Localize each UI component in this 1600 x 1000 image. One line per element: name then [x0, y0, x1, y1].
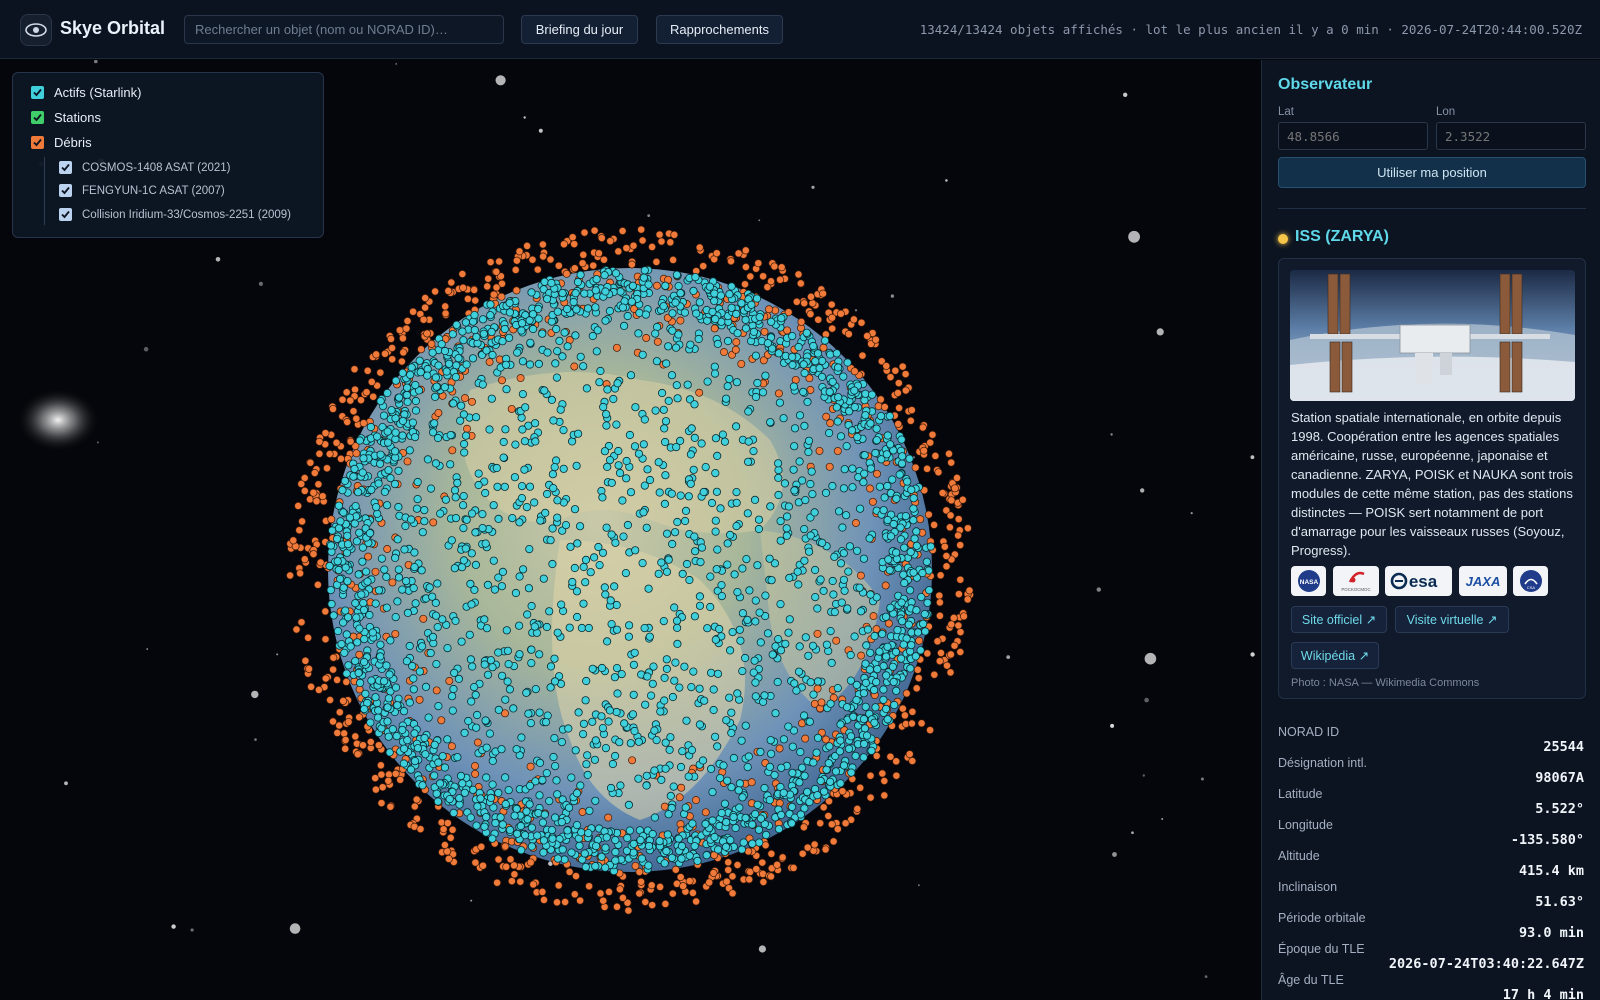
- selected-object-name: ISS (ZARYA): [1295, 228, 1389, 245]
- nasa-logo[interactable]: NASA: [1291, 566, 1326, 596]
- side-panel: Observateur Lat Lon Utiliser ma position…: [1261, 60, 1600, 1000]
- virtual-tour-link[interactable]: Visite virtuelle ↗: [1395, 606, 1509, 633]
- status-text: 13424/13424 objets affichés · lot le plu…: [919, 22, 1582, 37]
- layer-panel: Actifs (Starlink) Stations Débris COSMOS…: [12, 72, 324, 238]
- svg-text:CSA: CSA: [1526, 585, 1535, 590]
- observer-title: Observateur: [1278, 76, 1373, 93]
- lon-label: Lon: [1436, 106, 1456, 118]
- detail-value: 415.4 km: [1518, 863, 1584, 879]
- galaxy-blur: [16, 388, 100, 452]
- object-photo: [1290, 270, 1575, 401]
- wikipedia-link[interactable]: Wikipédia ↗: [1291, 642, 1379, 669]
- checkbox-iridium[interactable]: [59, 208, 72, 221]
- object-card: Station spatiale internationale, en orbi…: [1278, 258, 1586, 699]
- csa-logo[interactable]: CSA: [1513, 566, 1548, 596]
- top-bar: Skye Orbital Briefing du jour Rapprochem…: [0, 0, 1600, 59]
- checkbox-debris[interactable]: [31, 136, 44, 149]
- layer-toggle-stations[interactable]: Stations: [31, 110, 101, 125]
- svg-text:NASA: NASA: [1299, 579, 1318, 586]
- debris-event-cosmos[interactable]: COSMOS-1408 ASAT (2021): [59, 161, 231, 174]
- detail-label: Latitude: [1278, 787, 1323, 801]
- checkbox-cosmos[interactable]: [59, 161, 72, 174]
- layer-toggle-active[interactable]: Actifs (Starlink): [31, 85, 141, 100]
- detail-value: 17 h 4 min: [1502, 987, 1584, 1000]
- photo-credit: Photo : NASA — Wikimedia Commons: [1291, 677, 1480, 689]
- jaxa-logo[interactable]: JAXA: [1459, 566, 1507, 596]
- checkbox-fengyun[interactable]: [59, 184, 72, 197]
- debris-event-fengyun[interactable]: FENGYUN-1C ASAT (2007): [59, 184, 225, 197]
- layer-label-active: Actifs (Starlink): [54, 85, 142, 100]
- layer-label-stations: Stations: [54, 110, 101, 125]
- debris-event-label: Collision Iridium-33/Cosmos-2251 (2009): [82, 208, 292, 221]
- briefing-button[interactable]: Briefing du jour: [521, 15, 638, 44]
- detail-value: -135.580°: [1510, 832, 1584, 848]
- detail-label: Inclinaison: [1278, 880, 1338, 894]
- lon-input[interactable]: [1436, 122, 1586, 150]
- detail-label: Âge du TLE: [1278, 973, 1344, 987]
- detail-value: 98067A: [1535, 770, 1584, 786]
- detail-value: 51.63°: [1535, 894, 1584, 910]
- svg-text:JAXA: JAXA: [1466, 574, 1501, 589]
- selected-status-dot: [1278, 234, 1288, 244]
- detail-value: 25544: [1543, 739, 1584, 755]
- layer-label-debris: Débris: [54, 135, 92, 150]
- detail-value: 5.522°: [1535, 801, 1584, 817]
- object-description: Station spatiale internationale, en orbi…: [1291, 410, 1574, 558]
- detail-label: Désignation intl.: [1278, 756, 1367, 770]
- checkbox-stations[interactable]: [31, 111, 44, 124]
- detail-label: Période orbitale: [1278, 911, 1366, 925]
- detail-label: Époque du TLE: [1278, 942, 1365, 956]
- approaches-button[interactable]: Rapprochements: [656, 15, 783, 44]
- detail-label: NORAD ID: [1278, 725, 1340, 739]
- detail-value: 93.0 min: [1518, 925, 1584, 941]
- use-position-button[interactable]: Utiliser ma position: [1278, 157, 1586, 188]
- search-input[interactable]: [184, 15, 504, 44]
- lat-input[interactable]: [1278, 122, 1428, 150]
- eye-icon[interactable]: [20, 14, 52, 46]
- detail-value: 2026-07-24T03:40:22.647Z: [1388, 956, 1584, 972]
- tree-line: [44, 157, 45, 225]
- debris-event-iridium[interactable]: Collision Iridium-33/Cosmos-2251 (2009): [59, 208, 291, 221]
- layer-toggle-debris[interactable]: Débris: [31, 135, 92, 150]
- lat-label: Lat: [1278, 106, 1294, 118]
- esa-logo[interactable]: esa: [1385, 566, 1452, 596]
- svg-text:esa: esa: [1408, 572, 1437, 591]
- detail-label: Longitude: [1278, 818, 1333, 832]
- app-title: Skye Orbital: [60, 18, 166, 38]
- official-site-link[interactable]: Site officiel ↗: [1291, 606, 1387, 633]
- divider: [1278, 208, 1586, 209]
- checkbox-active[interactable]: [31, 86, 44, 99]
- debris-event-label: FENGYUN-1C ASAT (2007): [82, 184, 225, 197]
- svg-text:POCKOCMOC: POCKOCMOC: [1341, 587, 1370, 592]
- debris-event-label: COSMOS-1408 ASAT (2021): [82, 161, 231, 174]
- roscosmos-logo[interactable]: POCKOCMOC: [1333, 566, 1379, 596]
- detail-label: Altitude: [1278, 849, 1320, 863]
